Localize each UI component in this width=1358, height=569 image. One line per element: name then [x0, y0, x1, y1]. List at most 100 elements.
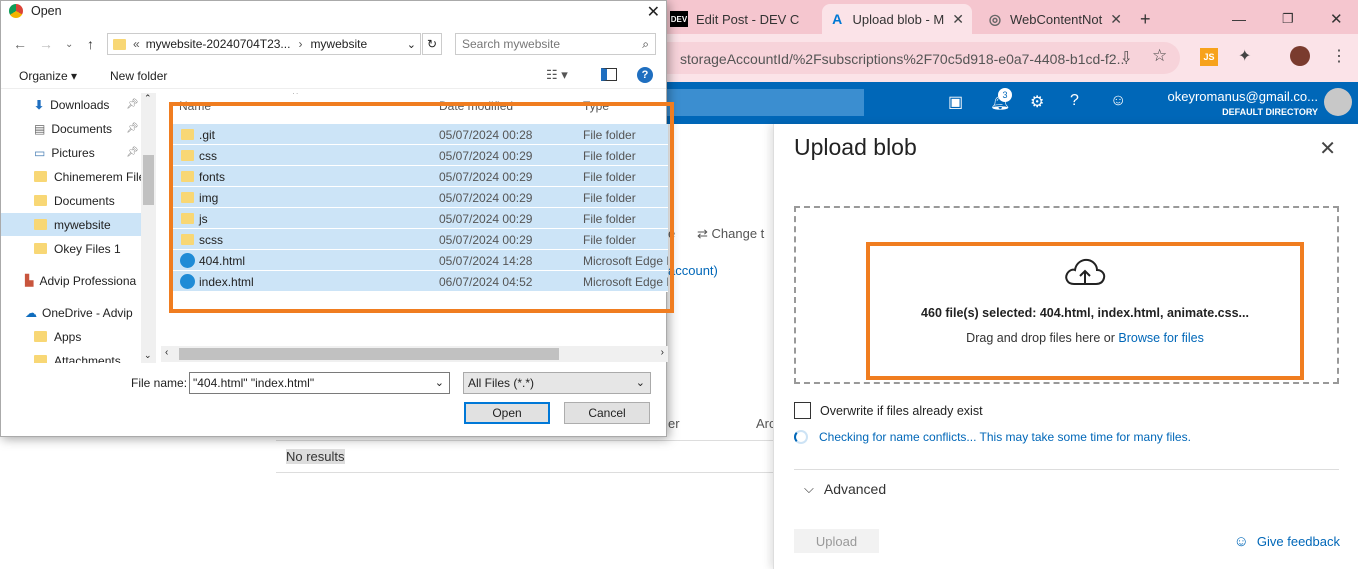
- breadcrumb-parent[interactable]: mywebsite-20240704T23...: [146, 37, 291, 51]
- folder-icon: [34, 243, 47, 254]
- nav-item-downloads[interactable]: ⬇ Downloads 📌︎: [1, 93, 141, 116]
- new-tab-button[interactable]: +: [1140, 4, 1170, 34]
- nav-item-attachments[interactable]: Attachments: [1, 349, 141, 363]
- cloud-upload-icon: [870, 256, 1300, 293]
- dialog-title: Open: [31, 4, 62, 18]
- overwrite-checkbox-row[interactable]: Overwrite if files already exist: [794, 402, 983, 419]
- help-icon[interactable]: ?: [637, 67, 653, 83]
- search-folder-input[interactable]: Search mywebsite ⌕: [455, 33, 656, 55]
- scroll-right-icon[interactable]: ›: [661, 347, 664, 358]
- notification-count-badge: 3: [998, 88, 1012, 102]
- cloud-shell-icon[interactable]: ▣: [948, 92, 963, 112]
- install-icon[interactable]: ⇩: [1120, 48, 1133, 66]
- address-field[interactable]: storageAccountId/%2Fsubscriptions%2F70c5…: [640, 42, 1180, 74]
- recent-chevron-icon[interactable]: ⌄: [65, 39, 73, 50]
- sort-arrow-icon: ^: [293, 93, 298, 100]
- minimize-icon[interactable]: —: [1232, 4, 1246, 34]
- organize-menu[interactable]: Organize ▾: [19, 69, 77, 83]
- close-tab-icon[interactable]: ✕: [944, 11, 972, 28]
- window-close-icon[interactable]: ✕: [1330, 4, 1343, 34]
- path-breadcrumb[interactable]: « mywebsite-20240704T23... › mywebsite ⌄: [107, 33, 421, 55]
- upload-button[interactable]: Upload: [794, 529, 879, 553]
- overwrite-checkbox[interactable]: [794, 402, 811, 419]
- tab-webcontent[interactable]: ◎ WebContentNot ✕: [980, 4, 1130, 34]
- nav-scroll-thumb[interactable]: [143, 155, 154, 205]
- close-tab-icon[interactable]: ✕: [1102, 11, 1130, 28]
- nav-item-apps[interactable]: Apps: [1, 325, 141, 348]
- bg-divider: [276, 440, 773, 441]
- settings-gear-icon[interactable]: ⚙: [1030, 92, 1044, 112]
- scroll-left-icon[interactable]: ‹: [165, 347, 168, 358]
- advanced-label: Advanced: [823, 481, 887, 497]
- account-avatar[interactable]: [1324, 88, 1352, 116]
- filename-value: "404.html" "index.html": [193, 376, 315, 390]
- change-tier-button[interactable]: ⇄ Change t: [697, 226, 764, 242]
- drag-drop-text: Drag and drop files here: [966, 331, 1101, 345]
- feedback-person-icon: ☺: [1233, 533, 1249, 550]
- onedrive-cloud-icon: ☁: [25, 305, 37, 320]
- feedback-icon[interactable]: ☺: [1110, 92, 1126, 110]
- forward-arrow-icon[interactable]: →: [39, 36, 53, 52]
- scroll-up-icon[interactable]: ⌃: [144, 93, 152, 104]
- upload-blob-panel: Upload blob ✕ 460 file(s) selected: 404.…: [773, 124, 1358, 569]
- globe-icon: ◎: [988, 10, 1002, 27]
- new-folder-button[interactable]: New folder: [110, 69, 167, 83]
- back-arrow-icon[interactable]: ←: [13, 36, 27, 52]
- filetype-select[interactable]: All Files (*.*) ⌄: [463, 372, 651, 394]
- horizontal-scroll-thumb[interactable]: [179, 348, 559, 360]
- nav-item-documents-folder[interactable]: Documents: [1, 189, 141, 212]
- close-icon[interactable]: ✕: [1319, 136, 1336, 161]
- overwrite-label: Overwrite if files already exist: [820, 403, 983, 418]
- filename-row: File name: "404.html" "index.html" ⌄ All…: [1, 371, 666, 395]
- nav-scrollbar[interactable]: ⌃ ⌄: [141, 93, 156, 363]
- account-link[interactable]: account): [668, 263, 718, 278]
- scroll-down-icon[interactable]: ⌄: [144, 350, 152, 361]
- filename-input[interactable]: "404.html" "index.html" ⌄: [189, 372, 450, 394]
- address-url: storageAccountId/%2Fsubscriptions%2F70c5…: [680, 51, 1129, 67]
- search-placeholder: Search mywebsite: [462, 37, 561, 51]
- tab-label: Upload blob - M: [852, 11, 945, 27]
- extensions-puzzle-icon[interactable]: ✦: [1238, 46, 1251, 66]
- nav-item-okey-files[interactable]: Okey Files 1: [1, 237, 141, 260]
- folder-icon: [34, 195, 47, 206]
- js-extension-icon[interactable]: JS: [1200, 48, 1218, 66]
- view-options-icon[interactable]: ☷ ▾: [546, 67, 568, 83]
- account-email[interactable]: okeyromanus@gmail.co...: [1168, 89, 1318, 104]
- restore-icon[interactable]: ❐: [1282, 4, 1294, 34]
- browser-menu-icon[interactable]: ⋮: [1331, 46, 1347, 66]
- nav-item-documents[interactable]: ▤ Documents 📌︎: [1, 117, 141, 140]
- breadcrumb-current[interactable]: mywebsite: [310, 37, 367, 51]
- file-drop-zone[interactable]: 460 file(s) selected: 404.html, index.ht…: [794, 206, 1339, 384]
- preview-pane-icon[interactable]: [601, 68, 617, 81]
- dialog-title-bar: Open: [9, 4, 62, 18]
- advanced-section-toggle[interactable]: ⌵ Advanced: [804, 481, 886, 497]
- open-button[interactable]: Open: [464, 402, 550, 424]
- loading-spinner-icon: [794, 430, 808, 444]
- help-icon[interactable]: ?: [1070, 92, 1079, 110]
- horizontal-scrollbar[interactable]: ‹ ›: [161, 346, 668, 362]
- nav-item-mywebsite[interactable]: mywebsite: [1, 213, 141, 236]
- tab-edit-post[interactable]: DEV Edit Post - DEV C: [670, 4, 818, 34]
- nav-item-onedrive[interactable]: ☁ OneDrive - Advip: [1, 301, 141, 324]
- path-overflow[interactable]: «: [133, 37, 140, 51]
- tab-upload-blob[interactable]: A Upload blob - M ✕: [822, 4, 972, 34]
- dialog-nav-row: ← → ⌄ ↑ « mywebsite-20240704T23... › myw…: [1, 31, 666, 59]
- refresh-icon[interactable]: ↻: [422, 33, 442, 55]
- nav-item-pictures[interactable]: ▭ Pictures 📌︎: [1, 141, 141, 164]
- chevron-down-icon[interactable]: ⌄: [435, 376, 444, 389]
- profile-avatar-icon[interactable]: [1290, 46, 1310, 66]
- tab-label: WebContentNot: [1010, 11, 1103, 27]
- bookmark-star-icon[interactable]: ☆: [1152, 46, 1167, 66]
- breadcrumb-separator-icon: ›: [298, 37, 303, 51]
- tab-label: Edit Post - DEV C: [696, 11, 800, 27]
- nav-item-advip[interactable]: ▙ Advip Professiona: [1, 269, 141, 292]
- chevron-down-icon[interactable]: ⌄: [407, 38, 416, 51]
- browse-for-files-link[interactable]: Browse for files: [1118, 331, 1203, 345]
- up-arrow-icon[interactable]: ↑: [87, 36, 94, 52]
- dialog-close-icon[interactable]: ✕: [647, 2, 660, 22]
- give-feedback-link[interactable]: ☺ Give feedback: [1234, 533, 1340, 550]
- cancel-button[interactable]: Cancel: [564, 402, 650, 424]
- account-directory: DEFAULT DIRECTORY: [1222, 107, 1318, 117]
- nav-item-chinemerem[interactable]: Chinemerem File: [1, 165, 141, 188]
- highlight-box: 460 file(s) selected: 404.html, index.ht…: [866, 242, 1304, 380]
